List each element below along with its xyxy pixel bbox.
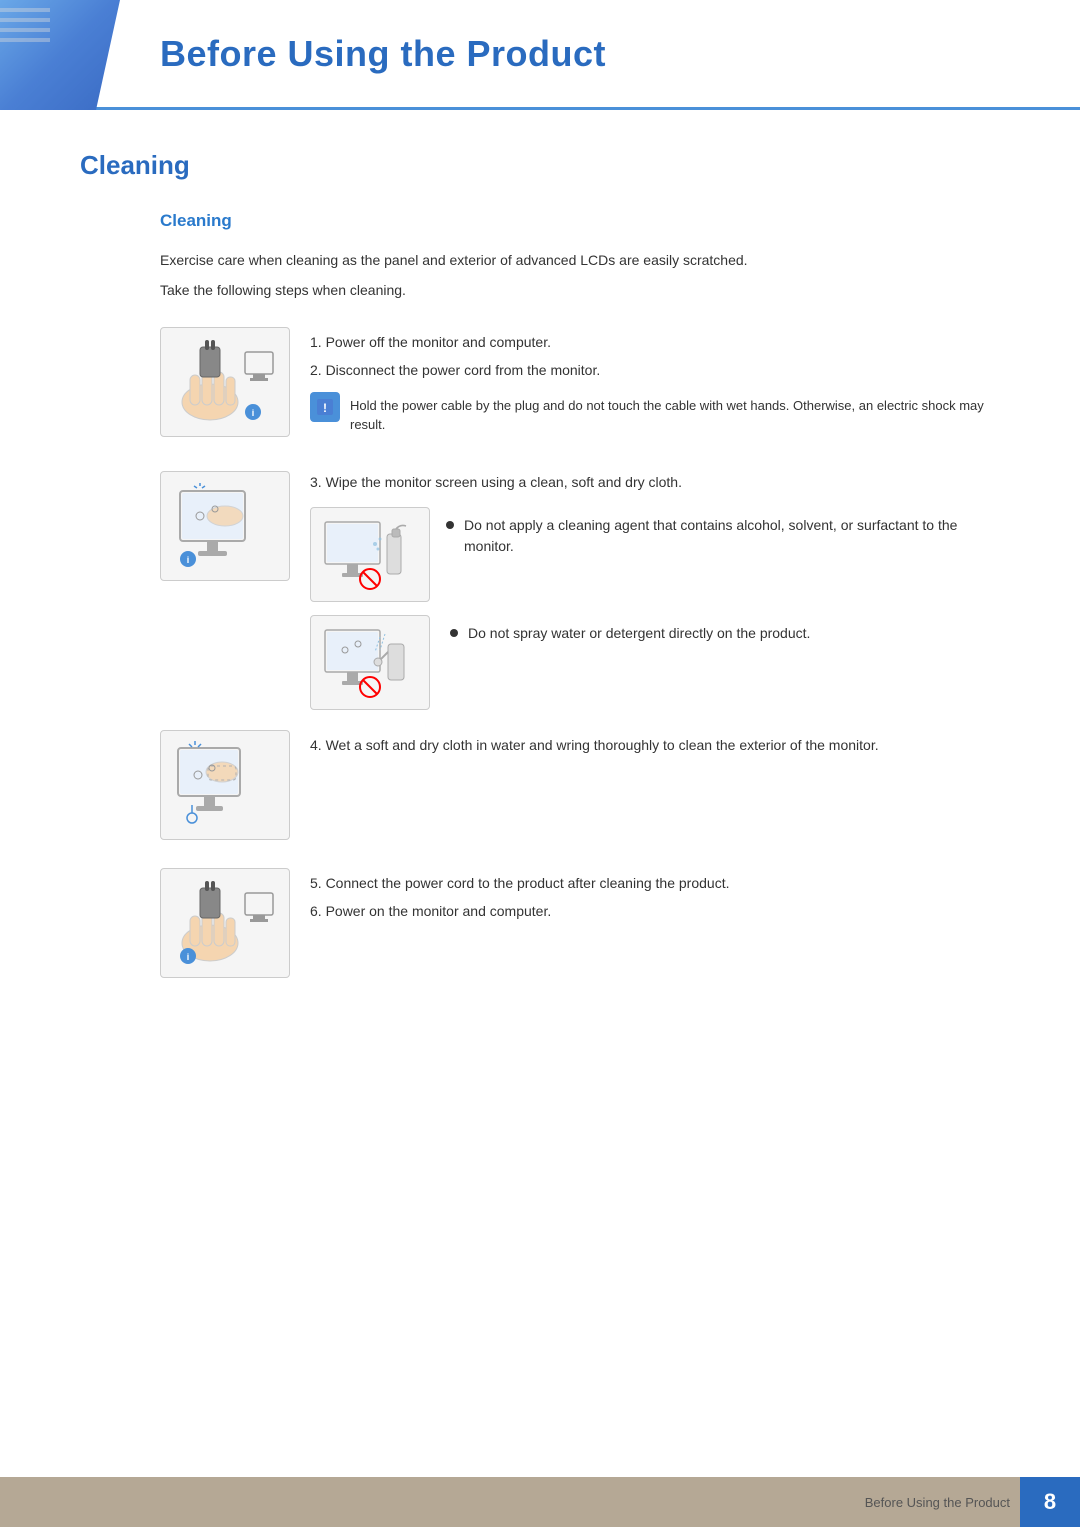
svg-text:i: i xyxy=(187,952,190,962)
step-row-4: 4. Wet a soft and dry cloth in water and… xyxy=(160,730,1000,840)
wet-cloth-image xyxy=(160,730,290,840)
note-text-1: Hold the power cable by the plug and do … xyxy=(350,392,1000,435)
step-4-paragraph: 4. Wet a soft and dry cloth in water and… xyxy=(310,734,1000,756)
step-3-text: 3. Wipe the monitor screen using a clean… xyxy=(310,471,1000,493)
bullet-1: Do not apply a cleaning agent that conta… xyxy=(446,515,1000,557)
main-content: Cleaning Cleaning Exercise care when cle… xyxy=(0,110,1080,1086)
section-heading: Cleaning xyxy=(80,150,1000,181)
bullet-text-2: Do not spray water or detergent directly… xyxy=(468,623,810,644)
steps-area: i 1. Power off the monitor and computer.… xyxy=(160,327,1000,978)
bullet-text-1: Do not apply a cleaning agent that conta… xyxy=(464,515,1000,557)
step-3-right: 3. Wipe the monitor screen using a clean… xyxy=(310,471,1000,610)
warning-icon: ! xyxy=(310,392,340,422)
page-footer: Before Using the Product 8 xyxy=(0,1477,1080,1527)
steps-1-2-text: 1. Power off the monitor and computer. 2… xyxy=(310,327,1000,443)
wipe-image: i xyxy=(160,471,290,581)
intro-text-1: Exercise care when cleaning as the panel… xyxy=(160,249,1000,271)
subsection-heading: Cleaning xyxy=(160,211,1000,231)
bullet-dot-2 xyxy=(450,629,458,637)
step-1-text: 1. Power off the monitor and computer. xyxy=(310,331,1000,353)
subsection-cleaning: Cleaning Exercise care when cleaning as … xyxy=(160,211,1000,978)
note-box-1: ! Hold the power cable by the plug and d… xyxy=(310,392,1000,435)
intro-text-2: Take the following steps when cleaning. xyxy=(160,279,1000,301)
step-6-text: 6. Power on the monitor and computer. xyxy=(310,900,1000,922)
step-2-text: 2. Disconnect the power cord from the mo… xyxy=(310,359,1000,381)
page-number: 8 xyxy=(1020,1477,1080,1527)
step-row-5-6: i 5. Connect the power cord to the produ… xyxy=(160,868,1000,978)
power-on-image: i xyxy=(160,868,290,978)
svg-text:!: ! xyxy=(323,401,327,415)
step-5-text: 5. Connect the power cord to the product… xyxy=(310,872,1000,894)
footer-text: Before Using the Product xyxy=(865,1495,1020,1510)
step-4-text: 4. Wet a soft and dry cloth in water and… xyxy=(310,730,1000,762)
page-header: Before Using the Product xyxy=(0,0,1080,110)
no-cleaning-agent-image xyxy=(310,507,430,602)
bullet-2-row: Do not spray water or detergent directly… xyxy=(310,615,1000,710)
svg-text:i: i xyxy=(187,555,190,565)
unplug-image: i xyxy=(160,327,290,437)
step-row-3: i 3. Wipe the monitor screen using a cle… xyxy=(160,471,1000,610)
svg-text:i: i xyxy=(252,408,255,418)
bullet-2: Do not spray water or detergent directly… xyxy=(450,623,810,644)
page-title: Before Using the Product xyxy=(160,33,606,75)
stripe-corner xyxy=(0,0,50,50)
step-row-1-2: i 1. Power off the monitor and computer.… xyxy=(160,327,1000,443)
bullet-dot-1 xyxy=(446,521,454,529)
no-spray-image xyxy=(310,615,430,710)
bullet-1-row: Do not apply a cleaning agent that conta… xyxy=(310,507,1000,602)
steps-5-6-text: 5. Connect the power cord to the product… xyxy=(310,868,1000,929)
